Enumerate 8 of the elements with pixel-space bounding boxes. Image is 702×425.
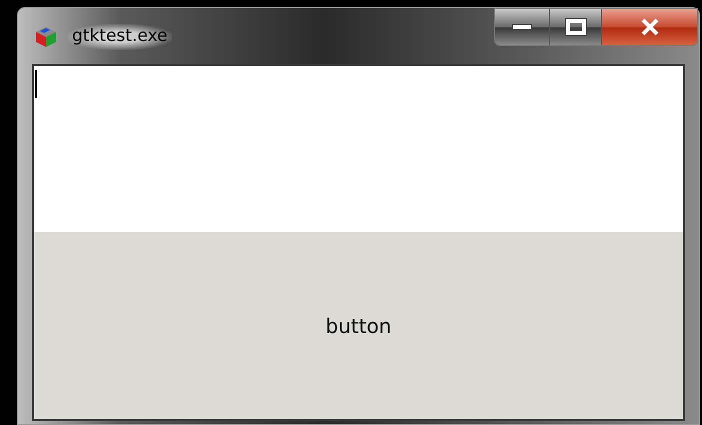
close-icon [640,18,660,36]
app-icon [34,24,58,49]
maximize-button[interactable] [550,9,602,45]
minimize-icon [512,24,532,30]
maximize-icon [566,19,586,35]
minimize-button[interactable] [495,9,550,45]
window-title: gtktest.exe [68,24,172,50]
close-button[interactable] [602,9,697,45]
